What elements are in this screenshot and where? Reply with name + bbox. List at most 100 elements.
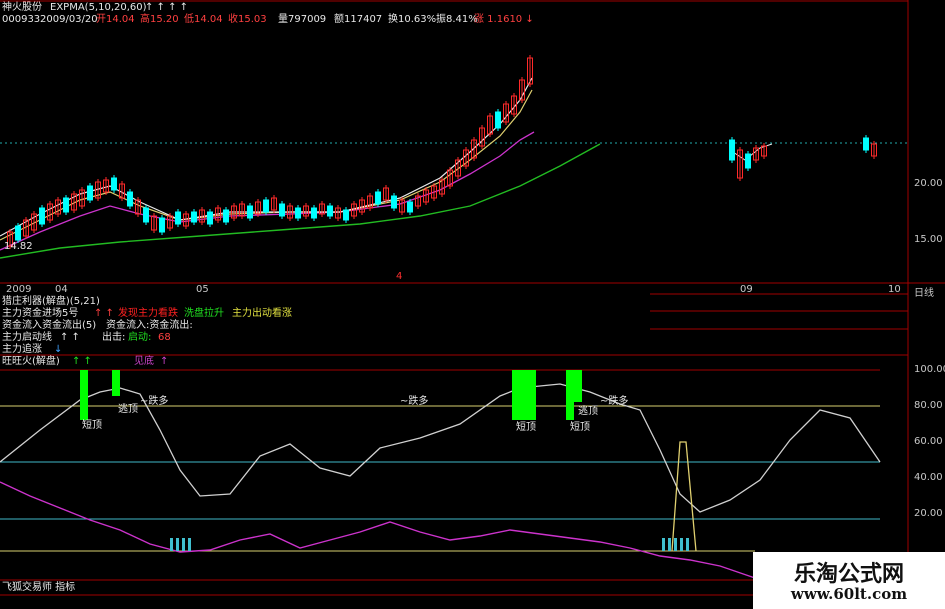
sub-line1-arrows: ↑ ↑ (94, 308, 114, 319)
lower-panel-title: 旺旺火(解盘) (2, 356, 60, 367)
lower-tick-80: 80.00 (914, 400, 943, 411)
candle-body (159, 217, 165, 233)
candle-body (327, 205, 333, 217)
lower-tick-40: 40.00 (914, 472, 943, 483)
sub-line2-a: 资金流入资金流出(5) (2, 320, 97, 331)
indicator-arrows: ↑ ↑ ↑ ↑ (145, 2, 189, 13)
candle-body (87, 185, 93, 201)
ma-line-magenta (0, 131, 535, 251)
label-bull-2: ~跌多 (400, 396, 429, 407)
site-watermark: 乐淘公式网 www.60lt.com (753, 552, 945, 609)
quote-date: 2009/03/20 (40, 14, 98, 25)
amount-value: 额117407 (334, 14, 383, 25)
signal-bar (528, 370, 536, 420)
small-signal-bar (182, 538, 185, 551)
price-tick-15: 15.00 (914, 234, 943, 245)
sub-line3-c: 启动: (128, 332, 152, 343)
price-tick-20: 20.00 (914, 178, 943, 189)
stock-chart[interactable] (0, 0, 945, 609)
lower-panel-right-arrow: ↑ (160, 356, 169, 367)
label-bull-3: ~跌多 (600, 396, 629, 407)
ma-line-yellow (0, 89, 533, 241)
stock-code: 000933 (2, 14, 41, 25)
high-price: 高15.20 (140, 14, 179, 25)
small-signal-bar (668, 538, 671, 551)
sub-line3-d: 68 (158, 332, 171, 343)
center-marker: 4 (396, 271, 403, 282)
volume-value: 量797009 (278, 14, 327, 25)
candle-body (63, 197, 69, 213)
date-label-05: 05 (196, 284, 209, 295)
candle-body (729, 139, 735, 161)
date-label-10: 10 (888, 284, 901, 295)
candle-body (15, 225, 21, 241)
candle-body (143, 207, 149, 223)
sub-line1-c: 洗盘拉升 (184, 308, 224, 319)
footer-indicator-label: 飞狐交易师 指标 (2, 582, 76, 593)
min-price-label: 14.82 (4, 241, 33, 252)
indicator-name: EXPMA(5,10,20,60) (50, 2, 147, 13)
period-unit[interactable]: 日线 (914, 284, 934, 299)
candle-body (343, 209, 349, 221)
sub-line1-a: 主力资金进场5号 (2, 308, 79, 319)
amplitude-value: 振8.41% (436, 14, 478, 25)
small-signal-bar (170, 538, 173, 551)
candle-body (745, 153, 751, 169)
signal-bar (112, 370, 120, 396)
small-signal-bar (686, 538, 689, 551)
signal-bar (574, 370, 582, 402)
sub-line3-arrows: ↑ ↑ (60, 332, 80, 343)
change-value: 涨 1.1610 ↓ (474, 14, 534, 25)
date-label-09: 09 (740, 284, 753, 295)
candle-body (223, 209, 229, 223)
sub-line1-b: 发现主力看跌 (118, 308, 178, 319)
candle-body (279, 203, 285, 217)
sub-line4: 主力追涨 (2, 344, 42, 355)
label-escape-top-2: 逃顶 (578, 406, 598, 417)
candle-body (407, 201, 413, 213)
label-bull-1: ~跌多 (140, 396, 169, 407)
small-signal-bar (674, 538, 677, 551)
watermark-url: www.60lt.com (790, 585, 908, 603)
sub-line3-b: 出击: (102, 332, 126, 343)
candle-body (247, 205, 253, 219)
date-label-04: 04 (55, 284, 68, 295)
low-price: 低14.04 (184, 14, 223, 25)
candle-body (863, 137, 869, 151)
candle-body (295, 207, 301, 219)
candle-body (175, 211, 181, 225)
small-signal-bar (188, 538, 191, 551)
label-short-top-1: 短顶 (82, 420, 102, 431)
signal-bar (80, 370, 88, 420)
label-short-top-2: 短顶 (516, 422, 536, 433)
small-signal-bar (176, 538, 179, 551)
candle-body (191, 211, 197, 223)
watermark-title: 乐淘公式网 (793, 562, 904, 587)
sub-line3-a: 主力启动线 (2, 332, 52, 343)
lower-panel-arrows: ↑ ↑ (72, 356, 92, 367)
signal-bar (520, 370, 528, 420)
lower-tick-60: 60.00 (914, 436, 943, 447)
signal-bar (566, 370, 574, 420)
small-signal-bar (662, 538, 665, 551)
candle-body (311, 207, 317, 219)
candle-body (207, 211, 213, 225)
small-signal-bar (680, 538, 683, 551)
candle-body (127, 191, 133, 207)
signal-bar (512, 370, 520, 420)
turnover-value: 换10.63% (388, 14, 437, 25)
stock-name: 神火股份 (2, 2, 42, 13)
candle-body (495, 111, 501, 129)
candle-body (391, 195, 397, 209)
oscillator-magenta-line (0, 481, 756, 579)
sub-line1-d: 主力出动看涨 (232, 308, 292, 319)
lower-panel-right-label: 见底 (134, 356, 154, 367)
lower-tick-20: 20.00 (914, 508, 943, 519)
candle-body (39, 207, 45, 225)
sub-line4-arrow: ↓ (54, 344, 63, 355)
oscillator-spike-line (671, 441, 697, 552)
candle-body (111, 177, 117, 191)
label-escape-top-1: 逃顶 (118, 404, 138, 415)
open-price: 开14.04 (96, 14, 135, 25)
sub-panel-title: 猎庄利器(解盘)(5,21) (2, 296, 100, 307)
